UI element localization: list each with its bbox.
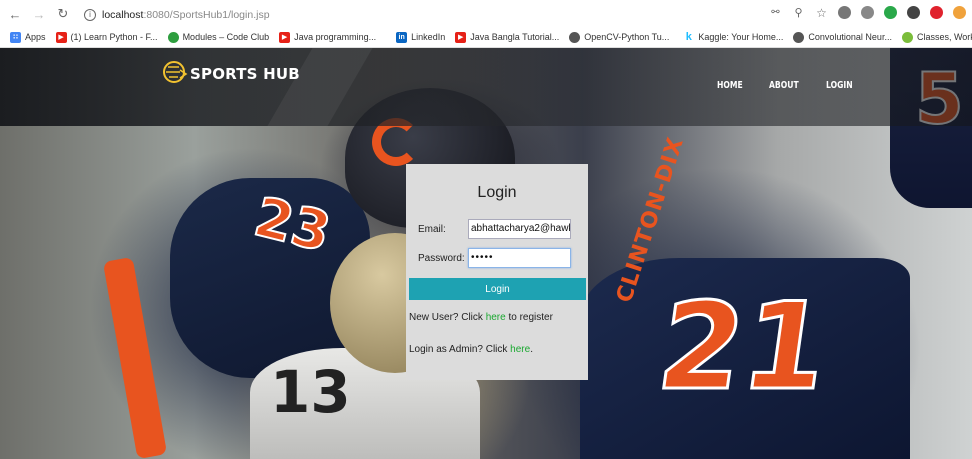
register-link[interactable]: here: [486, 312, 506, 323]
password-field[interactable]: •••••: [468, 248, 571, 268]
globe-icon: [793, 31, 805, 43]
register-text: New User? Click: [409, 312, 486, 323]
main-nav: HOME ABOUT LOGIN: [717, 80, 857, 91]
toolbar-icons: ⚯ ⚲ ☆: [769, 6, 966, 20]
bookmark-item[interactable]: Classes, Workshops...: [901, 31, 972, 43]
bookmark-label: Java Bangla Tutorial...: [470, 32, 560, 42]
workshop-icon: [901, 31, 913, 43]
email-label: Email:: [418, 224, 446, 235]
bookmark-item[interactable]: Convolutional Neur...: [793, 31, 892, 43]
reload-icon[interactable]: ↻: [54, 5, 72, 23]
login-card: Login Email: abhattacharya2@hawk.ii Pass…: [406, 164, 588, 380]
youtube-icon: ▶: [55, 31, 67, 43]
extension-icon-1[interactable]: [838, 6, 851, 19]
bookmark-item[interactable]: in LinkedIn: [396, 31, 446, 43]
site-header: SPORTS HUB HOME ABOUT LOGIN: [0, 48, 972, 126]
admin-link[interactable]: here: [510, 344, 530, 355]
page-background: 23 21 CLINTON-DIX 13 5 SPORTS HUB HOME A…: [0, 48, 972, 459]
football-helmet-icon: [160, 60, 188, 84]
password-label: Password:: [418, 253, 465, 264]
bookmark-item[interactable]: ▶ Java Bangla Tutorial...: [455, 31, 560, 43]
register-line: New User? Click here to register: [409, 312, 553, 323]
linkedin-icon: in: [396, 31, 408, 43]
opera-icon[interactable]: [930, 6, 943, 19]
bookmark-item[interactable]: k Kaggle: Your Home...: [683, 31, 784, 43]
kaggle-icon: k: [685, 31, 692, 43]
register-text-end: to register: [505, 312, 553, 323]
bookmarks-bar: ∷ Apps ▶ (1) Learn Python - F... Modules…: [0, 27, 972, 47]
login-button[interactable]: Login: [409, 278, 586, 300]
url-path: :8080/SportsHub1/login.jsp: [143, 9, 270, 21]
nav-about[interactable]: ABOUT: [769, 80, 799, 91]
bookmark-label: Modules – Code Club: [182, 32, 270, 42]
apps-grid-icon: ∷: [10, 31, 21, 43]
extension-icon-4[interactable]: [907, 6, 920, 19]
bookmark-item[interactable]: OpenCV-Python Tu...: [569, 31, 670, 43]
bookmark-label: Convolutional Neur...: [808, 32, 892, 42]
globe-icon: [569, 31, 581, 43]
bookmark-item[interactable]: ▶ Java programming...: [279, 31, 377, 43]
nav-home[interactable]: HOME: [717, 80, 743, 91]
bookmark-label: OpenCV-Python Tu...: [584, 32, 670, 42]
email-field[interactable]: abhattacharya2@hawk.ii: [468, 219, 571, 239]
back-arrow-icon[interactable]: ←: [6, 5, 24, 23]
bookmark-item[interactable]: Modules – Code Club: [167, 31, 270, 43]
youtube-icon: ▶: [279, 31, 291, 43]
nav-login[interactable]: LOGIN: [826, 80, 853, 91]
bookmark-label: Apps: [25, 32, 46, 42]
extension-icon-2[interactable]: [861, 6, 874, 19]
info-icon[interactable]: i: [84, 9, 96, 21]
url-row: ← → ↻ i localhost:8080/SportsHub1/login.…: [0, 2, 972, 26]
bookmark-item[interactable]: ▶ (1) Learn Python - F...: [55, 31, 158, 43]
profile-icon[interactable]: [953, 6, 966, 19]
extension-icon-3[interactable]: [884, 6, 897, 19]
login-title: Login: [477, 184, 517, 201]
key-icon[interactable]: ⚯: [769, 6, 782, 19]
site-logo[interactable]: SPORTS HUB: [160, 60, 300, 84]
bookmark-label: Classes, Workshops...: [916, 32, 972, 42]
codeclub-icon: [167, 31, 179, 43]
bookmark-label: LinkedIn: [411, 32, 446, 42]
bookmark-apps[interactable]: ∷ Apps: [10, 31, 46, 43]
zoom-icon[interactable]: ⚲: [792, 6, 805, 19]
forward-arrow-icon[interactable]: →: [30, 5, 48, 23]
url-host: localhost: [102, 9, 144, 21]
admin-text: Login as Admin? Click: [409, 344, 511, 355]
address-bar[interactable]: i localhost:8080/SportsHub1/login.jsp: [84, 5, 774, 25]
jersey-number-21: 21: [649, 277, 839, 419]
brand-name: SPORTS HUB: [190, 65, 300, 83]
star-icon[interactable]: ☆: [815, 6, 828, 20]
browser-chrome: ← → ↻ i localhost:8080/SportsHub1/login.…: [0, 0, 972, 48]
bookmark-label: (1) Learn Python - F...: [70, 32, 158, 42]
youtube-icon: ▶: [455, 31, 467, 43]
bookmark-label: Kaggle: Your Home...: [698, 32, 784, 42]
admin-line: Login as Admin? Click here.: [409, 344, 533, 355]
jersey-number-13: 13: [270, 358, 351, 426]
admin-text-end: .: [530, 344, 533, 355]
bookmark-label: Java programming...: [294, 32, 377, 42]
orange-stripe: [102, 256, 168, 459]
